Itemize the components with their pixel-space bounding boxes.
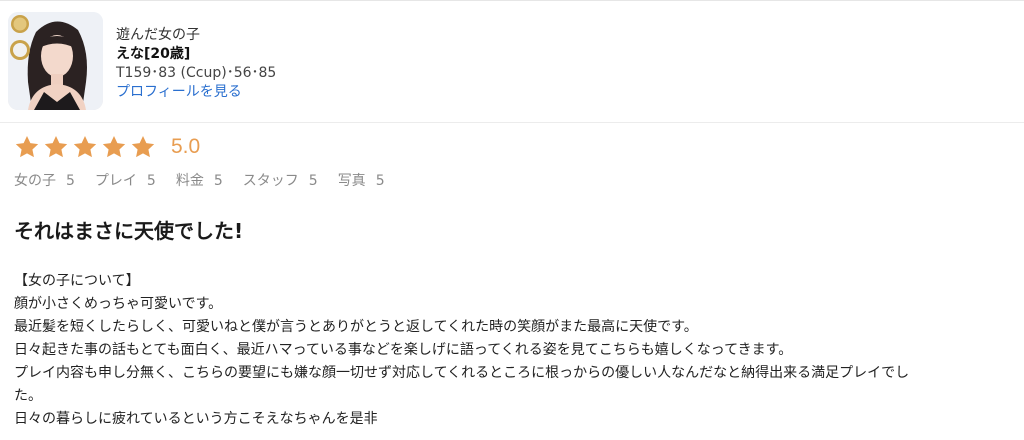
subscore-label: プレイ xyxy=(94,173,137,189)
profile-photo[interactable] xyxy=(8,12,103,110)
subscore-play: プレイ 5 xyxy=(95,170,156,190)
review-line: 【女の子について】 xyxy=(14,273,140,289)
subscore-price: 料金 5 xyxy=(176,170,223,190)
rating-row: 5.0 xyxy=(14,132,200,162)
view-profile-link[interactable]: プロフィールを見る xyxy=(116,83,276,102)
subscore-girl: 女の子 5 xyxy=(14,170,75,190)
subscore-label: 写真 xyxy=(337,173,366,189)
subscore-label: スタッフ xyxy=(242,173,299,189)
subscore-value: 5 xyxy=(146,173,156,189)
profile-card: 遊んだ女の子 えな[20歳] T159･83 (Ccup)･56･85 プロフィ… xyxy=(8,12,1008,110)
star-icon xyxy=(44,135,68,158)
star-icon xyxy=(131,135,155,158)
profile-info: 遊んだ女の子 えな[20歳] T159･83 (Ccup)･56･85 プロフィ… xyxy=(116,26,276,102)
star-icon xyxy=(73,135,97,158)
review-line: 日々起きた事の話もとても面白く、最近ハマっている事などを楽しげに語ってくれる姿を… xyxy=(14,342,793,358)
subscore-value: 5 xyxy=(308,173,318,189)
top-border xyxy=(0,0,1024,1)
review-line: 顔が小さくめっちゃ可愛いです。 xyxy=(14,296,223,312)
subscore-label: 料金 xyxy=(175,173,204,189)
review-title: それはまさに天使でした! xyxy=(14,219,244,243)
girl-name: えな[20歳] xyxy=(116,46,191,62)
subscore-list: 女の子 5 プレイ 5 料金 5 スタッフ 5 写真 5 xyxy=(14,170,405,190)
review-line: プレイ内容も申し分無く、こちらの要望にも嫌な顔一切せず対応してくれるところに根っ… xyxy=(14,365,910,381)
subscore-value: 5 xyxy=(213,173,223,189)
subscore-staff: スタッフ 5 xyxy=(243,170,318,190)
review-body: 【女の子について】 顔が小さくめっちゃ可愛いです。 最近髪を短くしたらしく、可愛… xyxy=(14,270,1010,431)
star-icon xyxy=(15,135,39,158)
review-line: 日々の暮らしに疲れているという方こそえなちゃんを是非 xyxy=(14,411,378,427)
subscore-value: 5 xyxy=(375,173,385,189)
girl-stats: T159･83 (Ccup)･56･85 xyxy=(116,65,277,81)
subscore-photo: 写真 5 xyxy=(338,170,385,190)
subscore-label: 女の子 xyxy=(14,173,56,189)
played-girl-label: 遊んだ女の子 xyxy=(116,27,200,43)
star-icon xyxy=(102,135,126,158)
rating-score: 5.0 xyxy=(171,135,201,158)
subscore-value: 5 xyxy=(66,173,75,189)
profile-photo-image xyxy=(8,12,103,110)
review-line: 最近髪を短くしたらしく、可愛いねと僕が言うとありがとうと返してくれた時の笑顔がま… xyxy=(14,319,698,335)
section-divider xyxy=(0,122,1024,123)
review-line: た。 xyxy=(14,388,42,404)
